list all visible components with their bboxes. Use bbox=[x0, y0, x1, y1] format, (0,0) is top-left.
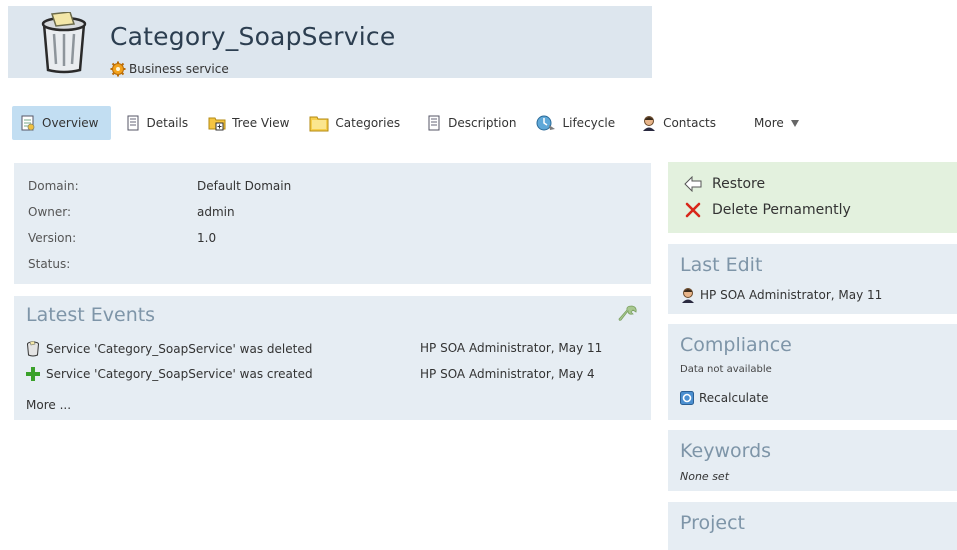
page-header: Category_SoapService Business service bbox=[8, 6, 652, 78]
tab-label: Categories bbox=[335, 116, 401, 130]
compliance-status: Data not available bbox=[680, 364, 772, 375]
trash-bin-icon bbox=[41, 12, 87, 74]
event-text: Service 'Category_SoapService' was delet… bbox=[46, 342, 313, 356]
triangle-down-icon bbox=[790, 120, 799, 127]
close-icon bbox=[685, 202, 701, 218]
page-title: Category_SoapService bbox=[110, 22, 396, 51]
last-edit-value: HP SOA Administrator, May 11 bbox=[700, 288, 883, 302]
version-value: 1.0 bbox=[197, 231, 217, 245]
keywords-value: None set bbox=[680, 470, 730, 483]
keywords-title: Keywords bbox=[680, 440, 772, 462]
domain-label: Domain: bbox=[28, 179, 79, 193]
tab-tree-view[interactable]: Tree View bbox=[200, 106, 301, 140]
event-row: Service 'Category_SoapService' was creat… bbox=[26, 367, 313, 381]
restore-label: Restore bbox=[712, 176, 766, 192]
events-title: Latest Events bbox=[26, 304, 156, 326]
folder-icon bbox=[309, 116, 329, 132]
keywords-panel: Keywords None set bbox=[668, 430, 957, 491]
restore-button[interactable]: Restore bbox=[684, 176, 765, 192]
tree-view-icon bbox=[208, 117, 226, 131]
events-more-link[interactable]: More ... bbox=[26, 398, 71, 412]
arrow-left-icon bbox=[684, 176, 702, 192]
last-edit-panel: Last Edit HP SOA Administrator, May 11 bbox=[668, 244, 957, 314]
subtitle-text: Business service bbox=[129, 62, 229, 76]
document-icon bbox=[428, 115, 440, 131]
tab-more[interactable]: More bbox=[746, 106, 812, 140]
wrench-icon[interactable] bbox=[618, 304, 638, 324]
tab-label: Description bbox=[448, 116, 517, 130]
project-title: Project bbox=[680, 512, 746, 534]
event-row: Service 'Category_SoapService' was delet… bbox=[26, 341, 312, 357]
tab-lifecycle[interactable]: Lifecycle bbox=[528, 106, 627, 140]
tab-details[interactable]: Details bbox=[117, 106, 201, 140]
service-type-label: Business service bbox=[110, 61, 229, 77]
recalculate-button[interactable]: Recalculate bbox=[680, 391, 768, 405]
user-icon bbox=[682, 288, 694, 303]
overview-icon bbox=[21, 115, 35, 131]
delete-label: Delete Pernamently bbox=[712, 202, 851, 218]
plus-icon bbox=[26, 367, 40, 381]
last-edit-entry: HP SOA Administrator, May 11 bbox=[680, 287, 882, 303]
owner-value: admin bbox=[197, 205, 235, 219]
gear-icon bbox=[110, 61, 126, 77]
owner-label: Owner: bbox=[28, 205, 72, 219]
latest-events-panel: Latest Events Service 'Category_SoapServ… bbox=[14, 296, 651, 420]
tab-label: More bbox=[754, 116, 784, 130]
tab-label: Lifecycle bbox=[562, 116, 616, 130]
last-edit-title: Last Edit bbox=[680, 254, 763, 276]
tab-label: Details bbox=[146, 116, 189, 130]
info-panel: Domain: Default Domain Owner: admin Vers… bbox=[14, 163, 651, 284]
delete-permanently-button[interactable]: Delete Pernamently bbox=[684, 202, 851, 218]
version-label: Version: bbox=[28, 231, 77, 245]
domain-value: Default Domain bbox=[197, 179, 292, 193]
tab-bar: Overview Details Tree View Categories De… bbox=[12, 105, 812, 141]
status-label: Status: bbox=[28, 257, 71, 271]
compliance-panel: Compliance Data not available Recalculat… bbox=[668, 324, 957, 420]
tab-label: Overview bbox=[42, 116, 99, 130]
tab-overview[interactable]: Overview bbox=[12, 106, 111, 140]
event-meta: HP SOA Administrator, May 11 bbox=[420, 341, 603, 355]
tab-label: Tree View bbox=[232, 116, 290, 130]
lifecycle-icon bbox=[536, 115, 556, 131]
tab-label: Contacts bbox=[663, 116, 717, 130]
recalculate-label: Recalculate bbox=[699, 391, 769, 405]
compliance-title: Compliance bbox=[680, 334, 792, 356]
tab-description[interactable]: Description bbox=[418, 106, 528, 140]
tab-contacts[interactable]: Contacts bbox=[633, 106, 728, 140]
actions-panel: Restore Delete Pernamently bbox=[668, 162, 957, 233]
document-icon bbox=[127, 115, 138, 131]
trash-icon bbox=[27, 341, 39, 357]
event-meta: HP SOA Administrator, May 4 bbox=[420, 367, 595, 381]
project-panel: Project bbox=[668, 502, 957, 550]
contact-icon bbox=[643, 116, 656, 131]
event-text: Service 'Category_SoapService' was creat… bbox=[46, 367, 313, 381]
refresh-icon bbox=[680, 391, 694, 405]
tab-categories[interactable]: Categories bbox=[301, 106, 412, 140]
